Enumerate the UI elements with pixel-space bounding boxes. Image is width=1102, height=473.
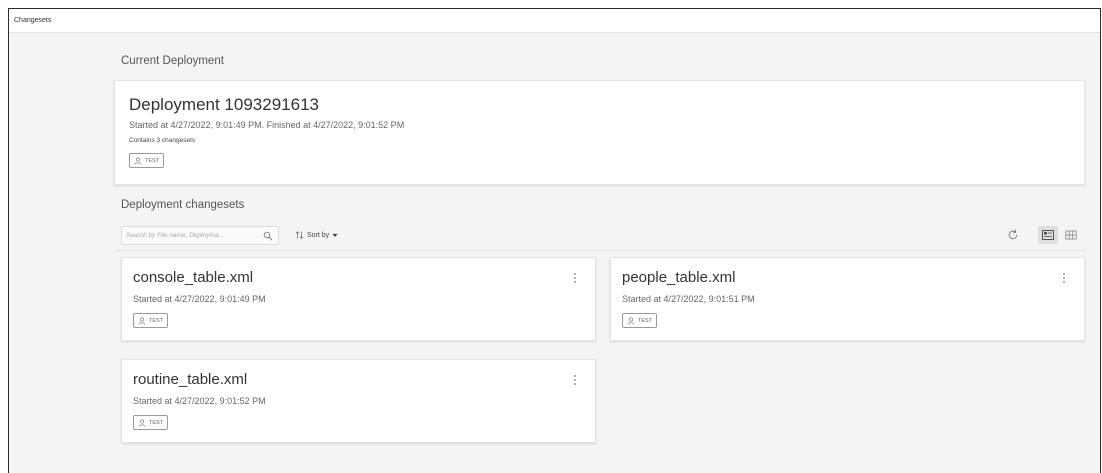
deployment-changesets-heading: Deployment changesets <box>121 199 245 211</box>
changeset-started: Started at 4/27/2022, 9:01:52 PM <box>133 396 266 406</box>
card-view-icon <box>1042 230 1054 240</box>
environment-tag-label: TEST <box>149 317 164 324</box>
changeset-name: console_table.xml <box>133 269 254 286</box>
changesets-toolbar: Search by File name, Deployma... Sort by <box>114 221 1085 251</box>
deployment-title: Deployment 1093291613 <box>129 95 319 114</box>
changeset-count: Contains 3 changesets <box>129 137 196 144</box>
user-icon <box>627 317 635 325</box>
current-deployment-heading: Current Deployment <box>121 55 224 67</box>
kebab-menu-icon[interactable] <box>573 374 577 386</box>
environment-tag-label: TEST <box>145 157 160 164</box>
app-window: Changesets Current Deployment Deployment… <box>8 8 1101 473</box>
environment-tag: TEST <box>133 415 169 430</box>
sort-icon <box>295 231 304 239</box>
user-icon <box>138 317 146 325</box>
sort-by-label: Sort by <box>307 231 330 239</box>
sort-by-button[interactable]: Sort by <box>295 231 338 239</box>
kebab-menu-icon[interactable] <box>1062 272 1066 284</box>
environment-tag: TEST <box>622 313 658 328</box>
table-view-icon[interactable] <box>1065 229 1077 241</box>
card-view-toggle[interactable] <box>1038 226 1058 244</box>
search-placeholder: Search by File name, Deployma... <box>126 232 224 239</box>
current-deployment-card[interactable]: Deployment 1093291613 Started at 4/27/20… <box>114 80 1085 185</box>
search-input[interactable]: Search by File name, Deployma... <box>121 226 279 245</box>
window-title: Changesets <box>9 9 1100 33</box>
search-icon[interactable] <box>263 231 273 241</box>
changeset-card[interactable]: routine_table.xml Started at 4/27/2022, … <box>121 359 596 443</box>
changeset-card[interactable]: people_table.xml Started at 4/27/2022, 9… <box>610 257 1085 341</box>
environment-tag: TEST <box>129 153 165 168</box>
user-icon <box>134 157 142 165</box>
user-icon <box>138 419 146 427</box>
chevron-down-icon <box>332 233 338 237</box>
environment-tag: TEST <box>133 313 169 328</box>
changeset-started: Started at 4/27/2022, 9:01:49 PM <box>133 294 266 304</box>
deployment-timing: Started at 4/27/2022, 9:01:49 PM. Finish… <box>129 120 405 130</box>
changeset-started: Started at 4/27/2022, 9:01:51 PM <box>622 294 755 304</box>
environment-tag-label: TEST <box>638 317 653 324</box>
environment-tag-label: TEST <box>149 419 164 426</box>
kebab-menu-icon[interactable] <box>573 272 577 284</box>
changeset-name: routine_table.xml <box>133 371 248 388</box>
changeset-name: people_table.xml <box>622 269 736 286</box>
changeset-card[interactable]: console_table.xml Started at 4/27/2022, … <box>121 257 596 341</box>
refresh-icon[interactable] <box>1007 229 1019 241</box>
